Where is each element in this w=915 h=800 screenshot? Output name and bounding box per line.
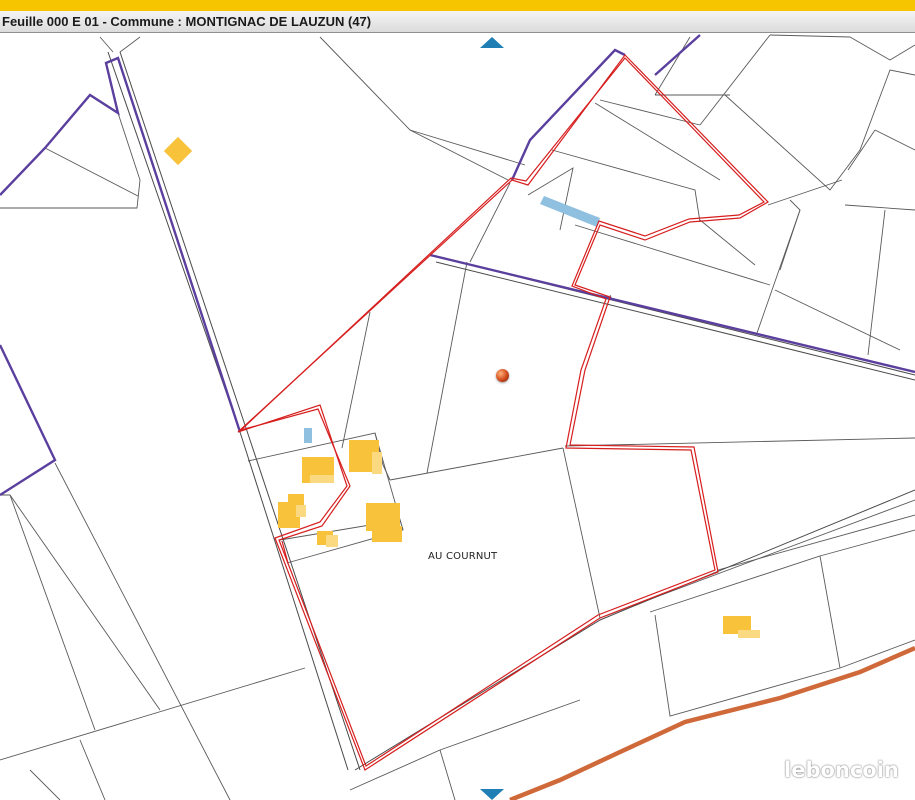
map-header: Feuille 000 E 01 - Commune : MONTIGNAC D… [0, 11, 915, 33]
buildings [163, 136, 760, 638]
cadastre-viewer: Feuille 000 E 01 - Commune : MONTIGNAC D… [0, 0, 915, 800]
triangle-up-icon[interactable] [480, 37, 504, 48]
triangle-down-icon[interactable] [480, 789, 504, 800]
top-accent-bar [0, 0, 915, 11]
cadastral-map[interactable] [0, 34, 915, 800]
location-dot-icon[interactable] [496, 369, 509, 382]
sheet-title: Feuille 000 E 01 - Commune : MONTIGNAC D… [2, 14, 372, 29]
leboncoin-watermark: leboncoin [784, 758, 899, 782]
road-lines [107, 51, 915, 771]
selected-parcels[interactable] [237, 54, 769, 771]
locality-label: AU COURNUT [428, 551, 498, 562]
parcel-lines [0, 34, 915, 800]
